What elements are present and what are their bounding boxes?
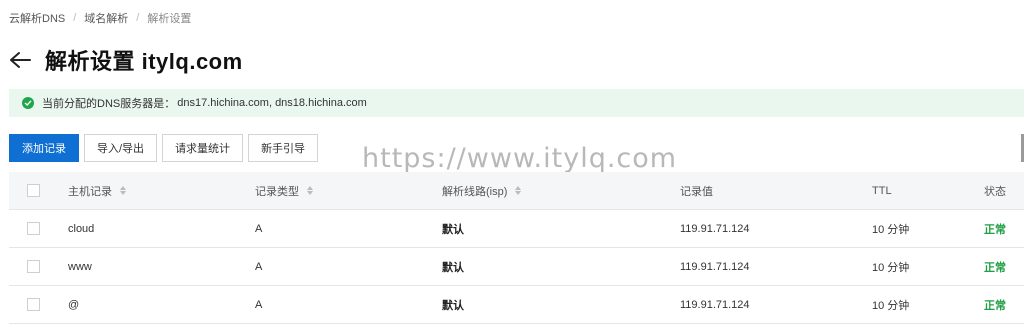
breadcrumb: 云解析DNS / 域名解析 / 解析设置 [9, 10, 191, 26]
page-title: 解析设置 itylq.com [45, 49, 243, 74]
column-header-ttl: TTL [872, 184, 892, 197]
status-badge: 正常 [984, 261, 1006, 274]
column-header-type[interactable]: 记录类型 [255, 183, 442, 199]
select-all-checkbox[interactable] [27, 184, 40, 197]
cell-value: 119.91.71.124 [680, 298, 750, 311]
dns-records-table: 主机记录 记录类型 解析线路(isp) 记录值 TTL 状态 cloud A 默… [9, 172, 1024, 324]
cell-line: 默认 [442, 261, 464, 274]
sort-icon[interactable] [120, 186, 126, 195]
table-header-row: 主机记录 记录类型 解析线路(isp) 记录值 TTL 状态 [9, 172, 1024, 210]
table-row: cloud A 默认 119.91.71.124 10 分钟 正常 [9, 210, 1024, 248]
cell-host: cloud [68, 222, 95, 235]
cell-ttl: 10 分钟 [872, 223, 910, 236]
cell-type: A [255, 298, 263, 311]
check-circle-icon [22, 97, 34, 109]
notice-dns-servers: dns17.hichina.com, dns18.hichina.com [177, 97, 367, 109]
column-header-status: 状态 [984, 185, 1006, 198]
cell-ttl: 10 分钟 [872, 261, 910, 274]
cell-host: www [68, 260, 92, 273]
table-row: @ A 默认 119.91.71.124 10 分钟 正常 [9, 286, 1024, 324]
watermark-text: https://www.itylq.com [362, 143, 678, 174]
cell-host: @ [68, 298, 80, 311]
row-checkbox[interactable] [27, 298, 40, 311]
row-checkbox[interactable] [27, 222, 40, 235]
request-stats-button[interactable]: 请求量统计 [162, 134, 244, 162]
cell-line: 默认 [442, 223, 464, 236]
status-badge: 正常 [984, 299, 1006, 312]
breadcrumb-separator: / [136, 12, 140, 24]
sort-icon[interactable] [515, 186, 522, 195]
cell-value: 119.91.71.124 [680, 260, 750, 273]
toolbar: 添加记录 导入/导出 请求量统计 新手引导 [9, 134, 319, 162]
page-header: 解析设置 itylq.com [9, 44, 243, 76]
sort-icon[interactable] [307, 186, 313, 195]
import-export-button[interactable]: 导入/导出 [84, 134, 158, 162]
breadcrumb-item-current: 解析设置 [147, 13, 192, 25]
cell-ttl: 10 分钟 [872, 299, 910, 312]
row-checkbox[interactable] [27, 260, 40, 273]
breadcrumb-item-cloud-dns[interactable]: 云解析DNS [9, 10, 65, 26]
dns-server-notice: 当前分配的DNS服务器是： dns17.hichina.com, dns18.h… [9, 89, 1024, 117]
status-badge: 正常 [984, 223, 1006, 236]
breadcrumb-item-domain-resolution[interactable]: 域名解析 [84, 10, 128, 26]
cell-value: 119.91.71.124 [680, 222, 750, 235]
column-header-value: 记录值 [680, 185, 713, 198]
column-header-line[interactable]: 解析线路(isp) [442, 183, 680, 199]
column-header-host[interactable]: 主机记录 [68, 183, 255, 199]
cell-type: A [255, 222, 263, 235]
breadcrumb-separator: / [73, 12, 77, 24]
cell-type: A [255, 260, 263, 273]
cell-line: 默认 [442, 299, 464, 312]
guide-button[interactable]: 新手引导 [248, 134, 319, 162]
add-record-button[interactable]: 添加记录 [9, 134, 79, 162]
table-row: www A 默认 119.91.71.124 10 分钟 正常 [9, 248, 1024, 286]
notice-label: 当前分配的DNS服务器是： [42, 98, 176, 110]
arrow-left-icon[interactable] [9, 50, 33, 70]
